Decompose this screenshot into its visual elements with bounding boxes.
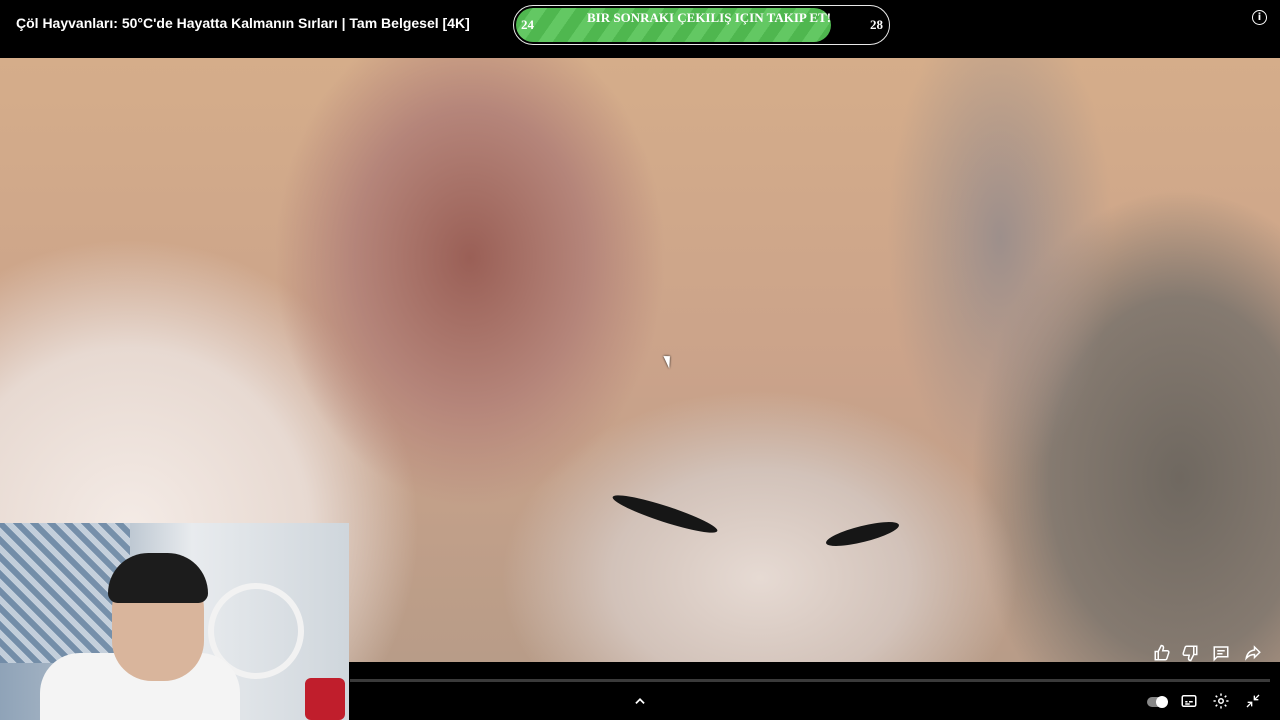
captions-icon[interactable] (1178, 690, 1200, 712)
settings-icon[interactable] (1210, 690, 1232, 712)
top-bar: Çöl Hayvanları: 50°C'de Hayatta Kalmanın… (0, 0, 1280, 58)
progress-bar[interactable] (350, 679, 1270, 682)
giveaway-target-count: 28 (870, 17, 883, 32)
exit-fullscreen-icon[interactable] (1242, 690, 1264, 712)
like-icon[interactable] (1151, 642, 1173, 664)
chevron-up-icon[interactable] (629, 690, 651, 712)
giveaway-current-count: 24 (521, 17, 534, 32)
streamer-hair (108, 553, 208, 603)
giveaway-progress-pill: 24 BIR SONRAKI ÇEKILIŞ IÇIN TAKIP ET! 28 (513, 5, 890, 45)
fox-eye-left (610, 489, 720, 539)
fox-eye-right (824, 517, 901, 551)
info-icon[interactable]: i (1252, 10, 1267, 25)
share-icon[interactable] (1242, 642, 1264, 664)
autoplay-toggle[interactable] (1147, 696, 1168, 708)
video-title: Çöl Hayvanları: 50°C'de Hayatta Kalmanın… (16, 15, 470, 31)
comment-icon[interactable] (1210, 642, 1232, 664)
webcam-overlay (0, 523, 349, 720)
red-speaker (305, 678, 345, 720)
giveaway-text: BIR SONRAKI ÇEKILIŞ IÇIN TAKIP ET! (586, 10, 832, 25)
dislike-icon[interactable] (1179, 642, 1201, 664)
